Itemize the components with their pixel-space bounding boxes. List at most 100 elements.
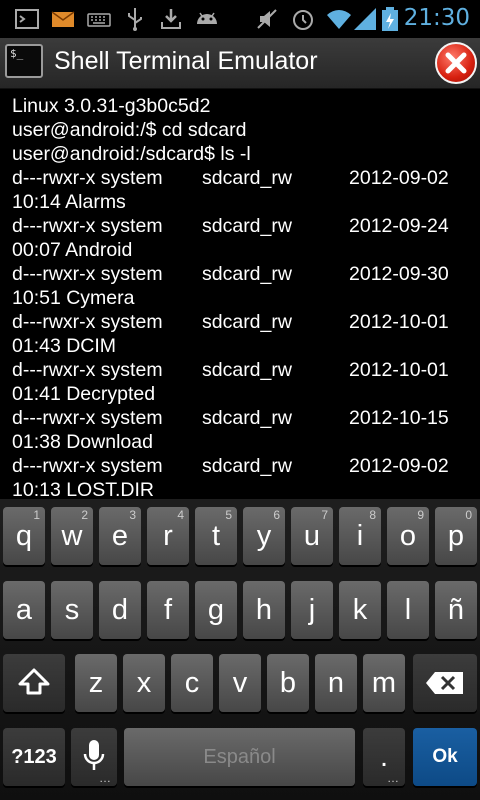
entry-date: 2012-10-01 [349, 311, 449, 333]
entry-group: sdcard_rw [202, 311, 292, 333]
close-button[interactable] [435, 42, 477, 84]
entry-perms: d---rwxr-x system [12, 455, 163, 477]
voice-input-key[interactable]: … [71, 728, 117, 786]
key-label: y [256, 520, 272, 552]
terminal-line: Linux 3.0.31-g3b0c5d2 [12, 95, 211, 117]
entry-time-name: 10:51 Cymera [12, 287, 135, 309]
terminal-line: user@android:/sdcard$ ls -l [12, 143, 251, 165]
app-icon-text: $_ [10, 47, 24, 60]
email-icon [51, 11, 75, 27]
terminal-app-icon: $_ [5, 44, 43, 78]
key-label: r [163, 520, 173, 552]
entry-date: 2012-09-02 [349, 167, 449, 189]
entry-time-name: 01:43 DCIM [12, 335, 117, 357]
entry-date: 2012-09-02 [349, 455, 449, 477]
key-v[interactable]: v [219, 654, 261, 712]
period-key[interactable]: .… [363, 728, 405, 786]
key-u[interactable]: u7 [291, 507, 333, 565]
key-label: o [399, 520, 417, 552]
entry-group: sdcard_rw [202, 359, 292, 381]
entry-perms: d---rwxr-x system [12, 215, 163, 237]
page-title: Shell Terminal Emulator [54, 47, 318, 75]
title-bar: $_ Shell Terminal Emulator [0, 38, 480, 89]
entry-time-name: 10:13 LOST.DIR [12, 479, 154, 499]
entry-date: 2012-10-15 [349, 407, 449, 429]
entry-perms: d---rwxr-x system [12, 407, 163, 429]
soft-keyboard: q1 w2 e3 r4 t5 y6 u7 i8 o9 p0 a s d f g … [0, 499, 480, 800]
entry-perms: d---rwxr-x system [12, 167, 163, 189]
battery-charging-icon [382, 7, 398, 31]
key-label: w [61, 520, 83, 552]
key-d[interactable]: d [99, 581, 141, 639]
entry-time-name: 01:41 Decrypted [12, 383, 156, 405]
entry-time-name: 10:14 Alarms [12, 191, 126, 213]
key-j[interactable]: j [291, 581, 333, 639]
signal-icon [354, 8, 376, 30]
more-options-icon: … [387, 771, 399, 785]
key-b[interactable]: b [267, 654, 309, 712]
key-label: e [111, 520, 129, 552]
key-label: p [447, 520, 465, 552]
key-p[interactable]: p0 [435, 507, 477, 565]
key-o[interactable]: o9 [387, 507, 429, 565]
key-s[interactable]: s [51, 581, 93, 639]
clock: 21:30 [403, 5, 470, 31]
key-y[interactable]: y6 [243, 507, 285, 565]
entry-perms: d---rwxr-x system [12, 263, 163, 285]
key-label: q [15, 520, 33, 552]
entry-group: sdcard_rw [202, 407, 292, 429]
entry-group: sdcard_rw [202, 215, 292, 237]
entry-date: 2012-10-01 [349, 359, 449, 381]
key-hint: 9 [417, 508, 424, 522]
close-icon [445, 52, 467, 74]
mute-icon [257, 9, 277, 29]
key-c[interactable]: c [171, 654, 213, 712]
key-a[interactable]: a [3, 581, 45, 639]
entry-perms: d---rwxr-x system [12, 311, 163, 333]
key-k[interactable]: k [339, 581, 381, 639]
key-x[interactable]: x [123, 654, 165, 712]
entry-date: 2012-09-24 [349, 215, 449, 237]
key-m[interactable]: m [363, 654, 405, 712]
key-i[interactable]: i8 [339, 507, 381, 565]
status-bar: 21:30 [0, 0, 480, 38]
shift-icon [18, 668, 50, 695]
entry-group: sdcard_rw [202, 167, 292, 189]
terminal-line: user@android:/$ cd sdcard [12, 119, 247, 141]
space-bar[interactable]: Español [124, 728, 355, 786]
key-r[interactable]: r4 [147, 507, 189, 565]
key-t[interactable]: t5 [195, 507, 237, 565]
key-label: i [356, 520, 364, 552]
download-icon [161, 9, 181, 29]
key-q[interactable]: q1 [3, 507, 45, 565]
entry-group: sdcard_rw [202, 263, 292, 285]
terminal-output[interactable]: Linux 3.0.31-g3b0c5d2 user@android:/$ cd… [0, 89, 480, 499]
key-l[interactable]: l [387, 581, 429, 639]
shift-key[interactable] [3, 654, 65, 712]
key-hint: 8 [369, 508, 376, 522]
backspace-key[interactable] [413, 654, 477, 712]
key-z[interactable]: z [75, 654, 117, 712]
key-hint: 7 [321, 508, 328, 522]
entry-time-name: 01:38 Download [12, 431, 153, 453]
key-hint: 0 [465, 508, 472, 522]
more-options-icon: … [99, 771, 111, 785]
key-hint: 5 [225, 508, 232, 522]
key-n-tilde[interactable]: ñ [435, 581, 477, 639]
key-label: t [211, 520, 221, 552]
ok-button[interactable]: Ok [413, 728, 477, 786]
key-h[interactable]: h [243, 581, 285, 639]
alarm-icon [293, 10, 313, 30]
entry-perms: d---rwxr-x system [12, 359, 163, 381]
entry-time-name: 00:07 Android [12, 239, 133, 261]
key-f[interactable]: f [147, 581, 189, 639]
key-g[interactable]: g [195, 581, 237, 639]
entry-group: sdcard_rw [202, 455, 292, 477]
key-hint: 4 [177, 508, 184, 522]
key-label: u [303, 520, 321, 552]
terminal-notification-icon [15, 9, 39, 29]
key-e[interactable]: e3 [99, 507, 141, 565]
key-n[interactable]: n [315, 654, 357, 712]
key-w[interactable]: w2 [51, 507, 93, 565]
symbols-key[interactable]: ?123 [3, 728, 65, 786]
